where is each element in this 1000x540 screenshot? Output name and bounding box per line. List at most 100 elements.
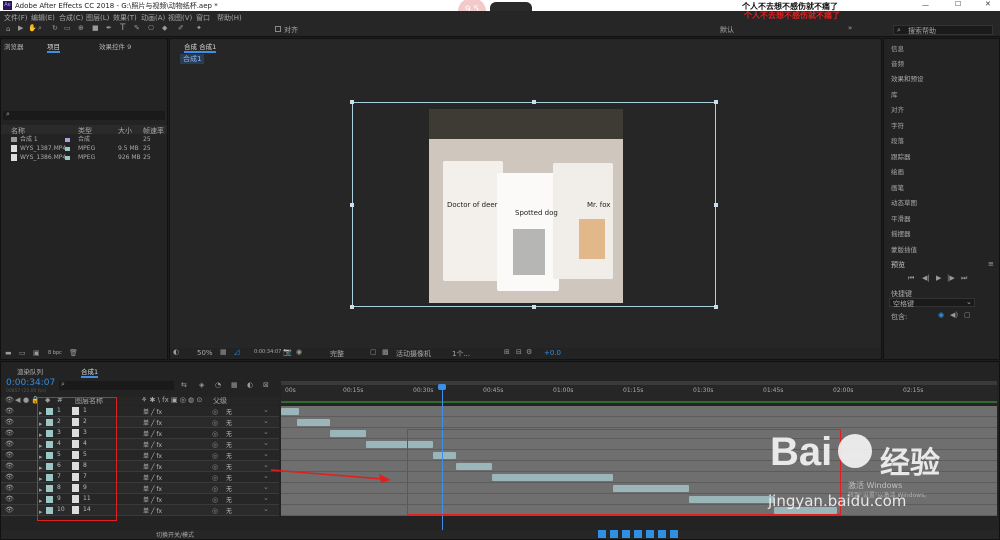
taskbar-icon[interactable] (610, 530, 618, 538)
eye-icon[interactable]: 👁 (5, 396, 14, 404)
handle[interactable] (532, 305, 536, 309)
panel-mask-interpolation[interactable]: 蒙版插值 (891, 244, 917, 254)
draft-3d-icon[interactable]: ◈ (199, 381, 204, 389)
handle[interactable] (350, 305, 354, 309)
transparency-grid-icon[interactable]: ▩ (382, 348, 389, 356)
camera-tool-icon[interactable]: ▭ (64, 24, 71, 32)
include-video-icon[interactable]: ◉ (938, 311, 944, 319)
exposure-value[interactable]: +0.0 (544, 349, 561, 357)
eye-icon[interactable]: 👁 (5, 440, 14, 448)
clone-stamp-tool-icon[interactable]: ⎔ (148, 24, 154, 32)
menu-edit[interactable]: 编辑(E) (31, 13, 55, 23)
panel-character[interactable]: 字符 (891, 120, 904, 130)
viewer-timecode[interactable]: 0:00:34:07 (254, 349, 281, 355)
layer-switches[interactable]: 单 ╱ fx (143, 451, 162, 460)
previous-frame-icon[interactable]: ◀| (922, 274, 930, 282)
trash-icon[interactable]: 🗑 (69, 349, 78, 357)
parent-select[interactable]: 无 (226, 429, 232, 438)
pickwhip-icon[interactable]: ◎ (212, 474, 218, 482)
pickwhip-icon[interactable]: ◎ (212, 419, 218, 427)
handle[interactable] (714, 100, 718, 104)
eye-icon[interactable]: 👁 (5, 473, 14, 481)
pickwhip-icon[interactable]: ◎ (212, 496, 218, 504)
layer-duration-bar[interactable] (330, 430, 367, 437)
3d-renderer-icon[interactable]: ⊞ (504, 348, 510, 356)
layer-duration-bar[interactable] (296, 419, 331, 426)
eye-icon[interactable]: 👁 (5, 418, 14, 426)
chevron-down-icon[interactable]: ⌄ (263, 505, 269, 513)
new-comp-icon[interactable]: ▣ (33, 349, 40, 357)
bpc-label[interactable]: 8 bpc (48, 350, 62, 356)
tab-browser[interactable]: 浏览器 (4, 41, 24, 51)
layer-switches[interactable]: 单 ╱ fx (143, 506, 162, 515)
comp-mini-flowchart-icon[interactable]: ⇆ (181, 381, 187, 389)
eye-icon[interactable]: 👁 (5, 484, 14, 492)
eye-icon[interactable]: 👁 (5, 429, 14, 437)
pickwhip-icon[interactable]: ◎ (212, 441, 218, 449)
text-tool-icon[interactable]: T (120, 23, 126, 33)
menu-file[interactable]: 文件(F) (4, 13, 28, 23)
shy-layers-icon[interactable]: ◔ (215, 381, 221, 389)
mask-visibility-icon[interactable]: ◿ (234, 348, 239, 356)
taskbar-icon[interactable] (646, 530, 654, 538)
tab-render-queue[interactable]: 渲染队列 (17, 366, 43, 376)
minimize-icon[interactable]: — (922, 1, 929, 9)
eye-icon[interactable]: 👁 (5, 407, 14, 415)
project-item[interactable]: WYS_1386.MP4 MPEG 926 MB 25 (1, 153, 167, 162)
playhead-handle[interactable] (438, 384, 446, 390)
layer-duration-bar[interactable] (281, 408, 299, 415)
home-icon[interactable]: ⌂ (6, 25, 10, 33)
panel-paragraph[interactable]: 段落 (891, 135, 904, 145)
pan-behind-tool-icon[interactable]: ⊕ (78, 24, 84, 32)
toggle-switches-modes[interactable]: 切换开关/模式 (156, 530, 194, 539)
layer-switches[interactable]: 单 ╱ fx (143, 484, 162, 493)
panel-motion-sketch[interactable]: 动态草图 (891, 197, 917, 207)
eye-icon[interactable]: 👁 (5, 495, 14, 503)
menu-layer[interactable]: 图层(L) (86, 13, 109, 23)
panel-paint[interactable]: 绘画 (891, 166, 904, 176)
close-icon[interactable]: ✕ (985, 0, 991, 8)
eraser-tool-icon[interactable]: ◆ (162, 24, 167, 32)
motion-blur-icon[interactable]: ◐ (247, 381, 253, 389)
views-select[interactable]: 1个... (452, 349, 470, 359)
tab-effect-controls[interactable]: 效果控件 9 (99, 41, 131, 51)
parent-select[interactable]: 无 (226, 506, 232, 515)
handle[interactable] (350, 100, 354, 104)
panel-tracker[interactable]: 跟踪器 (891, 151, 911, 161)
camera-select[interactable]: 活动摄像机 (396, 349, 431, 359)
panel-info[interactable]: 信息 (891, 43, 904, 53)
puppet-tool-icon[interactable]: ✦ (196, 24, 202, 32)
pickwhip-icon[interactable]: ◎ (212, 430, 218, 438)
solo-icon[interactable]: ● (23, 396, 29, 404)
new-folder-icon[interactable]: ▭ (19, 349, 26, 357)
play-icon[interactable]: ▶ (936, 274, 941, 282)
workspace-label[interactable]: 默认 (720, 25, 734, 35)
layer-switches[interactable]: 单 ╱ fx (143, 429, 162, 438)
first-frame-icon[interactable]: ⏮ (908, 274, 914, 283)
rotate-tool-icon[interactable]: ↻ (52, 24, 58, 32)
taskbar-icon[interactable] (670, 530, 678, 538)
panel-audio[interactable]: 音频 (891, 58, 904, 68)
tab-timeline-comp[interactable]: 合成1 (81, 366, 99, 378)
panel-smoother[interactable]: 平滑器 (891, 213, 911, 223)
taskbar-icon[interactable] (634, 530, 642, 538)
next-frame-icon[interactable]: |▶ (947, 274, 955, 282)
help-search-placeholder[interactable]: 搜索帮助 (908, 26, 936, 36)
align-checkbox[interactable] (275, 26, 281, 32)
show-snapshot-icon[interactable]: ◉ (296, 348, 302, 356)
help-search[interactable]: ⌕ 搜索帮助 (893, 25, 993, 35)
parent-select[interactable]: 无 (226, 484, 232, 493)
panel-effects-presets[interactable]: 效果和预设 (891, 73, 924, 83)
timeline-search[interactable]: ⌕ (59, 380, 174, 390)
menu-animation[interactable]: 动画(A) (141, 13, 165, 23)
workspace-menu-icon[interactable]: » (848, 24, 852, 32)
menu-composition[interactable]: 合成(C) (59, 13, 83, 23)
comp-breadcrumb[interactable]: 合成1 (180, 54, 205, 64)
handle[interactable] (714, 305, 718, 309)
panel-brushes[interactable]: 画笔 (891, 182, 904, 192)
taskbar-icon[interactable] (598, 530, 606, 538)
handle[interactable] (350, 203, 354, 207)
layer-switches[interactable]: 单 ╱ fx (143, 440, 162, 449)
layer-switches[interactable]: 单 ╱ fx (143, 418, 162, 427)
chevron-down-icon[interactable]: ⌄ (263, 494, 269, 502)
